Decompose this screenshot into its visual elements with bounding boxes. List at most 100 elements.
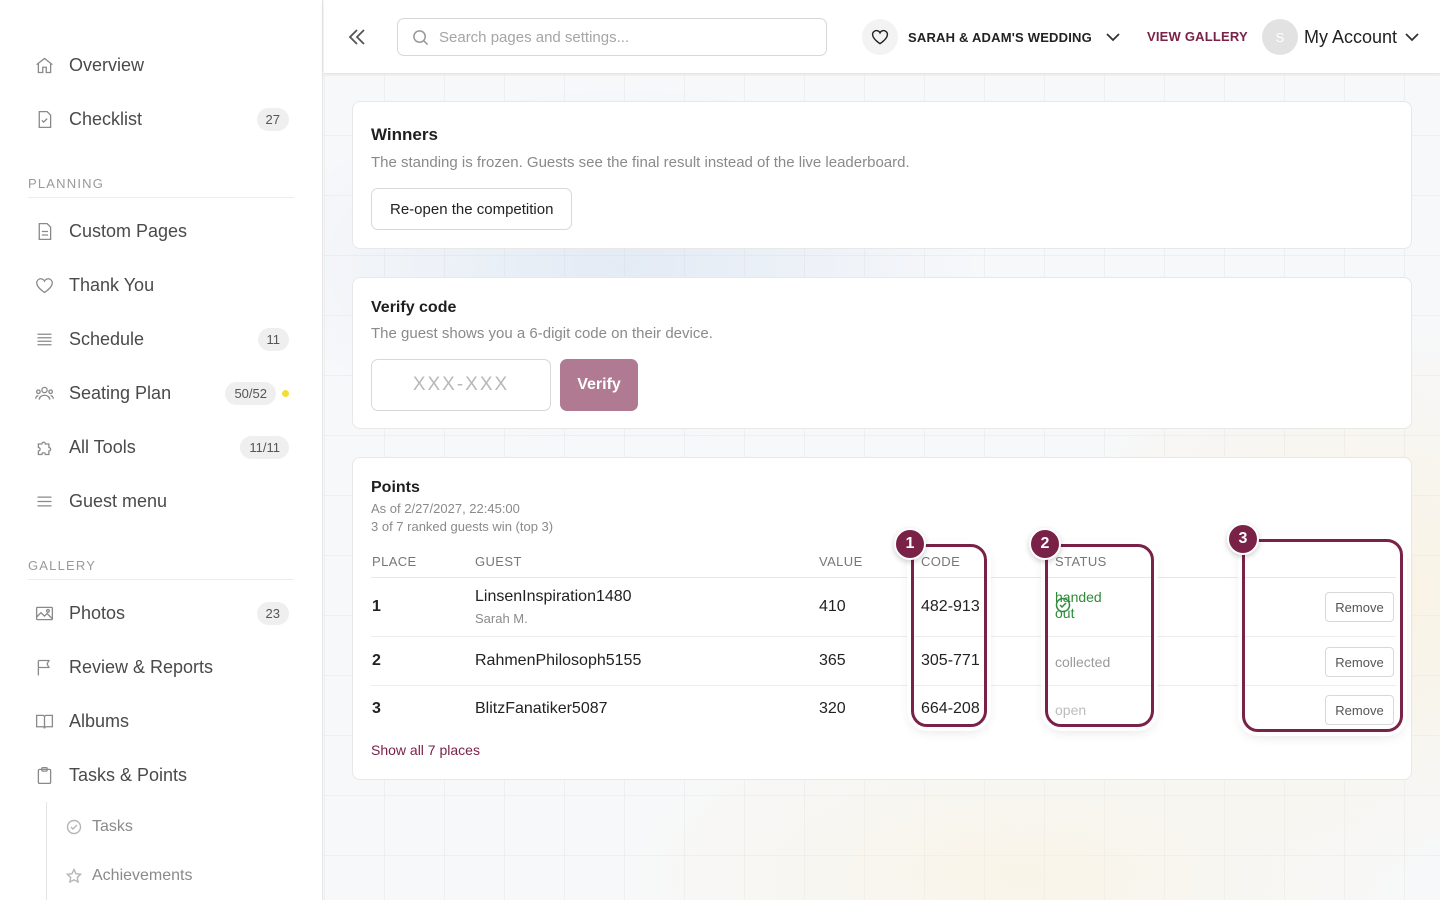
puzzle-icon xyxy=(32,435,56,459)
sidebar-subitem-label: Achievements xyxy=(92,866,193,884)
sidebar-item-label: Tasks & Points xyxy=(69,764,188,785)
image-icon xyxy=(32,601,56,625)
row-value: 320 xyxy=(819,700,846,717)
sidebar: Overview Checklist 27 PLANNING Custom Pa… xyxy=(0,0,323,900)
verify-description: The guest shows you a 6-digit code on th… xyxy=(371,325,713,342)
sidebar-item-checklist[interactable]: Checklist 27 xyxy=(0,92,322,146)
verify-title: Verify code xyxy=(371,299,457,316)
row-place: 3 xyxy=(372,700,381,717)
sidebar-subitem-label: Tasks xyxy=(92,817,133,835)
annotation-badge-3: 3 xyxy=(1227,523,1259,555)
topbar: SARAH & ADAM'S WEDDING VIEW GALLERY S My… xyxy=(324,0,1440,74)
verify-code-input[interactable] xyxy=(371,359,551,411)
winners-description: The standing is frozen. Guests see the f… xyxy=(371,154,910,171)
account-menu[interactable]: S My Account xyxy=(1262,19,1421,55)
count-badge: 23 xyxy=(256,602,289,625)
event-selector[interactable]: SARAH & ADAM'S WEDDING xyxy=(862,19,1122,55)
sidebar-subitem-achievements[interactable]: Achievements xyxy=(47,851,322,900)
search-icon xyxy=(413,29,429,45)
heart-icon xyxy=(862,19,898,55)
verify-button[interactable]: Verify xyxy=(560,359,638,411)
count-badge: 11 xyxy=(257,328,289,351)
highlight-status-column xyxy=(1045,544,1154,727)
flag-icon xyxy=(32,655,56,679)
row-guest: BlitzFanatiker5087 xyxy=(475,700,608,717)
points-title: Points xyxy=(371,479,420,496)
sidebar-item-seating-plan[interactable]: Seating Plan 50/52 xyxy=(0,366,322,420)
heart-icon xyxy=(32,273,56,297)
sidebar-item-label: Checklist xyxy=(69,108,143,129)
search-box[interactable] xyxy=(397,18,827,56)
row-value: 410 xyxy=(819,598,846,615)
winners-title: Winners xyxy=(371,125,438,144)
count-badge: 50/52 xyxy=(225,382,276,405)
sidebar-item-photos[interactable]: Photos 23 xyxy=(0,586,322,640)
sidebar-item-label: Albums xyxy=(69,710,130,731)
checklist-icon xyxy=(32,107,56,131)
event-name: SARAH & ADAM'S WEDDING xyxy=(908,29,1092,45)
menu-icon xyxy=(32,489,56,513)
sub-nav: Tasks Achievements xyxy=(46,802,322,900)
show-all-places-link[interactable]: Show all 7 places xyxy=(371,742,480,758)
sidebar-item-custom-pages[interactable]: Custom Pages xyxy=(0,204,322,258)
points-as-of: As of 2/27/2027, 22:45:00 xyxy=(371,501,520,516)
section-label-planning: PLANNING xyxy=(28,160,294,198)
sidebar-item-label: All Tools xyxy=(69,436,136,457)
highlight-actions-column xyxy=(1242,539,1403,732)
status-dot xyxy=(282,390,289,397)
sidebar-item-label: Schedule xyxy=(69,328,145,349)
main-content: Winners The standing is frozen. Guests s… xyxy=(324,75,1440,900)
view-gallery-link[interactable]: VIEW GALLERY xyxy=(1147,29,1248,44)
section-label-gallery: GALLERY xyxy=(28,542,294,580)
sidebar-item-label: Seating Plan xyxy=(69,382,172,403)
sidebar-item-schedule[interactable]: Schedule 11 xyxy=(0,312,322,366)
count-badge: 11/11 xyxy=(240,436,289,459)
sidebar-item-all-tools[interactable]: All Tools 11/11 xyxy=(0,420,322,474)
count-badge: 27 xyxy=(256,108,289,131)
clipboard-icon xyxy=(32,763,56,787)
chevron-down-icon xyxy=(1405,33,1419,42)
highlight-code-column xyxy=(911,544,987,727)
row-value: 365 xyxy=(819,652,846,669)
sidebar-item-overview[interactable]: Overview xyxy=(0,38,322,92)
collapse-sidebar-button[interactable] xyxy=(344,24,370,50)
sidebar-subitem-tasks[interactable]: Tasks xyxy=(47,802,322,851)
document-icon xyxy=(32,219,56,243)
sidebar-item-label: Photos xyxy=(69,602,126,623)
row-guest: LinsenInspiration1480 xyxy=(475,588,632,605)
annotation-badge-2: 2 xyxy=(1029,528,1061,560)
column-header-guest: GUEST xyxy=(475,554,522,569)
sidebar-item-label: Guest menu xyxy=(69,490,168,511)
column-header-place: PLACE xyxy=(372,554,417,569)
book-icon xyxy=(32,709,56,733)
list-icon xyxy=(32,327,56,351)
users-icon xyxy=(32,381,56,405)
search-input[interactable] xyxy=(439,28,799,46)
sidebar-item-thank-you[interactable]: Thank You xyxy=(0,258,322,312)
account-label: My Account xyxy=(1304,26,1398,47)
sidebar-item-albums[interactable]: Albums xyxy=(0,694,322,748)
check-circle-icon xyxy=(66,819,82,834)
winners-card: Winners The standing is frozen. Guests s… xyxy=(352,101,1412,249)
sidebar-item-guest-menu[interactable]: Guest menu xyxy=(0,474,322,528)
column-header-value: VALUE xyxy=(819,554,863,569)
reopen-competition-button[interactable]: Re-open the competition xyxy=(371,188,573,230)
row-place: 2 xyxy=(372,652,381,669)
row-guest: RahmenPhilosoph5155 xyxy=(475,652,642,669)
annotation-badge-1: 1 xyxy=(894,528,926,560)
sidebar-item-label: Custom Pages xyxy=(69,220,188,241)
sidebar-item-label: Thank You xyxy=(69,274,155,295)
points-summary: 3 of 7 ranked guests win (top 3) xyxy=(371,519,554,534)
star-icon xyxy=(66,867,82,883)
sidebar-item-label: Review & Reports xyxy=(69,656,214,677)
double-chevron-left-icon xyxy=(348,29,365,45)
sidebar-item-label: Overview xyxy=(69,54,145,75)
sidebar-item-review-reports[interactable]: Review & Reports xyxy=(0,640,322,694)
row-guest-sub: Sarah M. xyxy=(475,611,528,626)
verify-code-card: Verify code The guest shows you a 6-digi… xyxy=(352,277,1412,429)
home-icon xyxy=(32,53,56,77)
chevron-down-icon xyxy=(1106,33,1120,42)
sidebar-item-tasks-points[interactable]: Tasks & Points xyxy=(0,748,322,802)
avatar: S xyxy=(1262,19,1298,55)
row-place: 1 xyxy=(372,598,381,615)
